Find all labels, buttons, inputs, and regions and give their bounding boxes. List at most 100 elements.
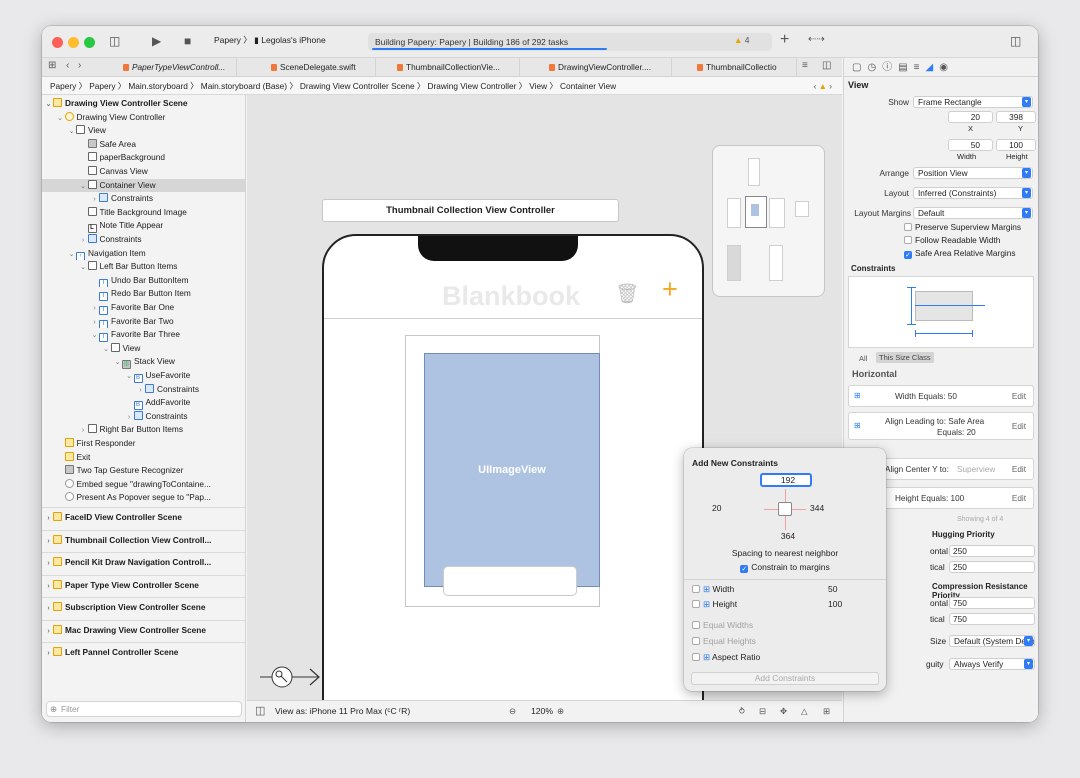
scene-item[interactable]: › Left Pannel Controller Scene [42, 646, 245, 660]
outline-item[interactable]: paperBackground [42, 151, 245, 165]
disclosure-icon[interactable]: ⌄ [90, 329, 99, 342]
outline-item[interactable]: Two Tap Gesture Recognizer [42, 464, 245, 478]
disclosure-icon[interactable]: › [44, 625, 53, 638]
hug-h-field[interactable]: 250 [949, 545, 1035, 557]
outline-item[interactable]: ⌄ I Favorite Bar Three [42, 328, 245, 342]
back-icon[interactable]: ‹ [66, 60, 69, 71]
layout-popup[interactable]: Inferred (Constraints) [913, 187, 1033, 199]
disclosure-icon[interactable]: ⌄ [79, 180, 88, 193]
grid-icon[interactable]: ⊞ [48, 60, 56, 71]
top-spacing-field[interactable]: 192 [760, 473, 812, 487]
scene-item[interactable]: › Subscription View Controller Scene [42, 601, 245, 615]
edit-centery-button[interactable]: Edit [1012, 465, 1026, 474]
width-field[interactable]: 50 [948, 139, 993, 151]
add-constraints-icon[interactable]: ✥ [780, 701, 787, 722]
disclosure-icon[interactable]: ⌄ [67, 248, 76, 261]
outline-item[interactable]: Present As Popover segue to "Pap... [42, 491, 245, 505]
disclosure-icon[interactable]: ⌄ [102, 343, 111, 356]
tab-1[interactable]: SceneDelegate.swift [268, 58, 376, 77]
right-strut[interactable] [792, 509, 806, 510]
outline-item[interactable]: Safe Area [42, 138, 245, 152]
disclosure-icon[interactable]: › [44, 647, 53, 660]
disclosure-icon[interactable]: ⌄ [56, 112, 65, 125]
outline-item[interactable]: Canvas View [42, 165, 245, 179]
update-frames-icon[interactable]: ⥁ [739, 701, 745, 722]
jump-nav-icon[interactable]: ‹ ▲ › [814, 77, 832, 94]
minimize-window-button[interactable] [68, 37, 79, 48]
inner-box[interactable] [443, 566, 577, 596]
outline-item[interactable]: › Right Bar Button Items [42, 423, 245, 437]
tab-3[interactable]: DrawingViewController.... [546, 58, 672, 77]
scene-header[interactable]: Thumbnail Collection View Controller [322, 199, 619, 222]
constraint-leading[interactable]: ⊞ Align Leading to: Safe Area Equals: 20… [848, 412, 1034, 440]
resolve-issues-icon[interactable]: △ [801, 701, 808, 722]
bottom-strut[interactable] [785, 516, 786, 530]
scene-item[interactable]: › Paper Type View Controller Scene [42, 579, 245, 593]
preserve-checkbox[interactable] [904, 223, 912, 231]
disclosure-icon[interactable]: › [90, 193, 99, 206]
constrain-margins-row[interactable]: ✓ Constrain to margins [684, 562, 886, 573]
outline-item[interactable]: ⌄ Left Bar Button Items [42, 260, 245, 274]
width-value[interactable]: 50 [828, 582, 837, 597]
history-icon[interactable]: ◷ [867, 62, 882, 73]
add-editor-icon[interactable]: ◫ [822, 60, 831, 71]
outline-item[interactable]: I Redo Bar Button Item [42, 287, 245, 301]
embed-in-icon[interactable]: ⊞ [823, 701, 830, 722]
tab-2[interactable]: ThumbnailCollectionVie... [394, 58, 520, 77]
preserve-margins-row[interactable]: Preserve Superview Margins [844, 220, 1038, 234]
equal-heights-checkbox[interactable] [692, 637, 700, 645]
help-icon[interactable]: ⓘ [882, 62, 898, 73]
outline-item[interactable]: ⌄ ||| Stack View [42, 355, 245, 369]
warning-count[interactable]: ▲ 4 [734, 35, 750, 45]
disclosure-icon[interactable]: ⌄ [125, 370, 134, 383]
edit-width-button[interactable]: Edit [1012, 392, 1026, 401]
size-class-all[interactable]: All [859, 354, 867, 363]
disclosure-icon[interactable]: ⌄ [67, 125, 76, 138]
safearea-checkbox[interactable]: ✓ [904, 251, 912, 259]
zoom-level[interactable]: 120% [531, 701, 553, 722]
disclosure-icon[interactable]: › [44, 580, 53, 593]
outline-item[interactable]: B AddFavorite [42, 396, 245, 410]
hug-v-field[interactable]: 250 [949, 561, 1035, 573]
size-icon[interactable]: ◢ [925, 62, 939, 73]
iphone-frame[interactable]: Blankbook 🗑 + UIImageView [322, 234, 704, 700]
align-icon[interactable]: ⊟ [759, 701, 766, 722]
jump-bar[interactable]: Papery 〉 Papery 〉 Main.storyboard 〉 Main… [42, 77, 842, 95]
disclosure-icon[interactable]: › [79, 424, 88, 437]
scene-item[interactable]: › FaceID View Controller Scene [42, 511, 245, 525]
zoom-out-icon[interactable]: ⊖ [509, 701, 516, 722]
outline-item[interactable]: › I Favorite Bar One [42, 301, 245, 315]
outline-item[interactable]: ⌄ B UseFavorite [42, 369, 245, 383]
run-icon[interactable]: ▶ [152, 34, 161, 48]
comp-v-field[interactable]: 750 [949, 613, 1035, 625]
disclosure-icon[interactable]: ⌄ [79, 261, 88, 274]
disclosure-icon[interactable]: › [44, 512, 53, 525]
document-outline-toggle-icon[interactable]: ◫ [255, 701, 265, 722]
left-spacing-field[interactable]: 20 [708, 502, 760, 516]
disclosure-icon[interactable]: › [44, 535, 53, 548]
comp-h-field[interactable]: 750 [949, 597, 1035, 609]
right-spacing-field[interactable]: 344 [806, 502, 858, 516]
outline-item[interactable]: ⌄ Drawing View Controller [42, 111, 245, 125]
outline-item[interactable]: ⌄ View [42, 342, 245, 356]
outline-item[interactable]: Title Background Image [42, 206, 245, 220]
inspector-toggle-icon[interactable]: ◫ [1010, 34, 1021, 48]
edit-height-button[interactable]: Edit [1012, 494, 1026, 503]
outline-item[interactable]: First Responder [42, 437, 245, 451]
outline-item[interactable]: L Note Title Appear [42, 219, 245, 233]
segue-arrow-icon[interactable] [260, 662, 322, 692]
outline-item[interactable]: › Constraints [42, 233, 245, 247]
scene-item[interactable]: › Pencil Kit Draw Navigation Controll... [42, 556, 245, 570]
navigator-toggle-icon[interactable]: ◫ [109, 34, 120, 48]
height-checkbox[interactable] [692, 600, 700, 608]
trash-icon[interactable]: 🗑 [615, 282, 639, 306]
minimap[interactable] [712, 145, 825, 297]
edit-leading-button[interactable]: Edit [1012, 422, 1026, 431]
disclosure-icon[interactable]: › [90, 302, 99, 315]
arrange-popup[interactable]: Position View [913, 167, 1033, 179]
outline-item[interactable]: ⌄ Drawing View Controller Scene [42, 97, 245, 111]
outline-item[interactable]: › Constraints [42, 383, 245, 397]
filter-input[interactable]: ⊕ Filter [46, 701, 242, 717]
add-constraints-button[interactable]: Add Constraints [691, 672, 879, 685]
intrinsic-size-popup[interactable]: Default (System Defined) [949, 635, 1035, 647]
